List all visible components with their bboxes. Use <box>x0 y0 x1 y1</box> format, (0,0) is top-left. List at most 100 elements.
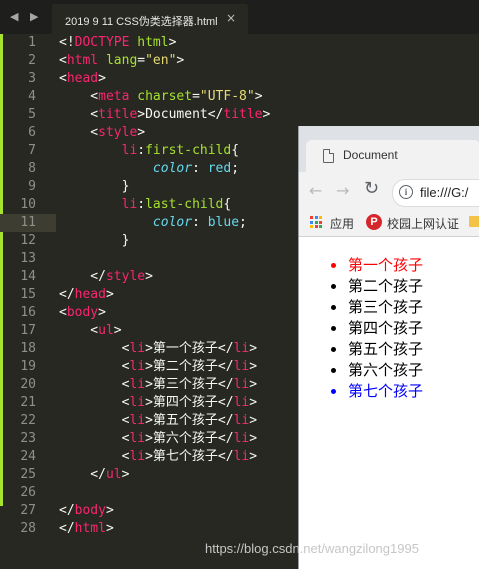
code-text: <li>第六个孩子</li> <box>59 430 257 448</box>
code-token: = <box>192 89 200 104</box>
code-token: : <box>192 161 208 176</box>
code-text: <li>第五个孩子</li> <box>59 412 257 430</box>
code-token: ul <box>105 467 122 482</box>
code-token: first-child <box>145 143 232 158</box>
code-token: < <box>59 71 67 86</box>
line-number: 22 <box>20 413 36 428</box>
code-text: } <box>59 178 130 196</box>
code-text: <style> <box>59 124 145 142</box>
code-token: } <box>59 233 130 248</box>
line-number: 23 <box>20 431 36 446</box>
code-token: : <box>137 143 146 158</box>
line-number: 2 <box>28 53 36 68</box>
code-text: <title>Document</title> <box>59 106 270 124</box>
code-token: > <box>105 287 114 302</box>
code-token: > <box>249 377 258 392</box>
info-icon[interactable]: i <box>399 185 413 199</box>
file-tab[interactable]: 2019 9 11 CSS伪类选择器.html × <box>52 4 248 34</box>
code-token: > <box>249 341 258 356</box>
code-text: <meta charset="UTF-8"> <box>59 88 262 106</box>
forward-arrow-icon[interactable]: → <box>336 181 349 200</box>
line-number: 25 <box>20 467 36 482</box>
code-token: >第五个孩子</ <box>145 413 234 428</box>
code-token: red <box>207 161 232 176</box>
bookmark-campus-login[interactable]: 校园上网认证 <box>387 215 459 232</box>
code-token: < <box>59 377 130 392</box>
code-text: <li>第二个孩子</li> <box>59 358 257 376</box>
code-token: body <box>74 503 106 518</box>
close-icon[interactable]: × <box>226 11 236 25</box>
code-token: li <box>121 197 138 212</box>
address-bar[interactable]: i file:///G:/ <box>392 179 479 207</box>
code-text: } <box>59 232 130 250</box>
code-token: li <box>233 413 250 428</box>
address-url[interactable]: file:///G:/ <box>420 185 468 200</box>
line-number: 10 <box>20 197 36 212</box>
code-token: </ <box>59 287 75 302</box>
code-token: li <box>233 431 250 446</box>
code-token: head <box>74 287 106 302</box>
code-token: >Document</ <box>137 107 224 122</box>
list-item: 第三个孩子 <box>299 297 423 318</box>
code-token: < <box>59 341 130 356</box>
code-token: > <box>249 449 258 464</box>
line-number: 28 <box>20 521 36 536</box>
code-token: = <box>137 53 146 68</box>
code-text: <li>第四个孩子</li> <box>59 394 257 412</box>
code-token: } <box>59 179 130 194</box>
code-token: > <box>249 359 258 374</box>
editor-tab-bar: ◀ ▶ 2019 9 11 CSS伪类选择器.html × <box>0 0 479 34</box>
code-token: "UTF-8" <box>199 89 255 104</box>
line-number: 4 <box>28 89 36 104</box>
back-arrow-icon[interactable]: ← <box>309 181 322 200</box>
browser-tab[interactable]: Document <box>306 140 479 172</box>
code-token: < <box>59 89 99 104</box>
code-token: < <box>59 323 99 338</box>
folder-icon[interactable] <box>469 216 479 227</box>
code-text: li:last-child{ <box>59 196 232 214</box>
code-token: > <box>249 431 258 446</box>
line-number: 13 <box>20 251 36 266</box>
code-token: < <box>59 125 99 140</box>
line-number: 16 <box>20 305 36 320</box>
code-token: DOCTYPE <box>74 35 130 50</box>
tab-nav-arrows-icon[interactable]: ◀ ▶ <box>10 10 42 23</box>
code-token: < <box>59 395 130 410</box>
code-token: < <box>59 359 130 374</box>
code-text: <!DOCTYPE html> <box>59 34 176 52</box>
code-token: >第二个孩子</ <box>145 359 234 374</box>
code-token: li <box>233 377 250 392</box>
code-token: charset <box>137 89 193 104</box>
campus-bookmark-icon: P <box>366 214 382 230</box>
line-number: 12 <box>20 233 36 248</box>
code-text: <ul> <box>59 322 121 340</box>
children-list: 第一个孩子 第二个孩子 第三个孩子 第四个孩子 第五个孩子 第六个孩子 第七个孩… <box>299 255 423 402</box>
line-number: 6 <box>28 125 36 140</box>
browser-window: Document ← → ↻ i file:///G:/ 应用 P 校园上网认证… <box>298 126 479 569</box>
code-token: < <box>59 305 67 320</box>
line-number: 26 <box>20 485 36 500</box>
line-number: 14 <box>20 269 36 284</box>
code-token: >第三个孩子</ <box>145 377 234 392</box>
code-token: >第六个孩子</ <box>145 431 234 446</box>
code-token: li <box>233 341 250 356</box>
code-token: > <box>105 503 114 518</box>
code-text: color: blue; <box>59 214 247 232</box>
apps-grid-icon[interactable] <box>310 216 322 228</box>
line-number: 8 <box>28 161 36 176</box>
code-text: <head> <box>59 70 106 88</box>
code-token: </ <box>59 521 75 536</box>
line-number: 27 <box>20 503 36 518</box>
code-token: >第七个孩子</ <box>145 449 234 464</box>
line-number: 7 <box>28 143 36 158</box>
list-item: 第一个孩子 <box>299 255 423 276</box>
line-number: 18 <box>20 341 36 356</box>
list-item: 第四个孩子 <box>299 318 423 339</box>
code-token: > <box>145 269 153 284</box>
code-token: style <box>98 125 138 140</box>
bookmark-apps[interactable]: 应用 <box>330 215 354 232</box>
reload-icon[interactable]: ↻ <box>364 178 379 199</box>
code-token: < <box>59 413 130 428</box>
